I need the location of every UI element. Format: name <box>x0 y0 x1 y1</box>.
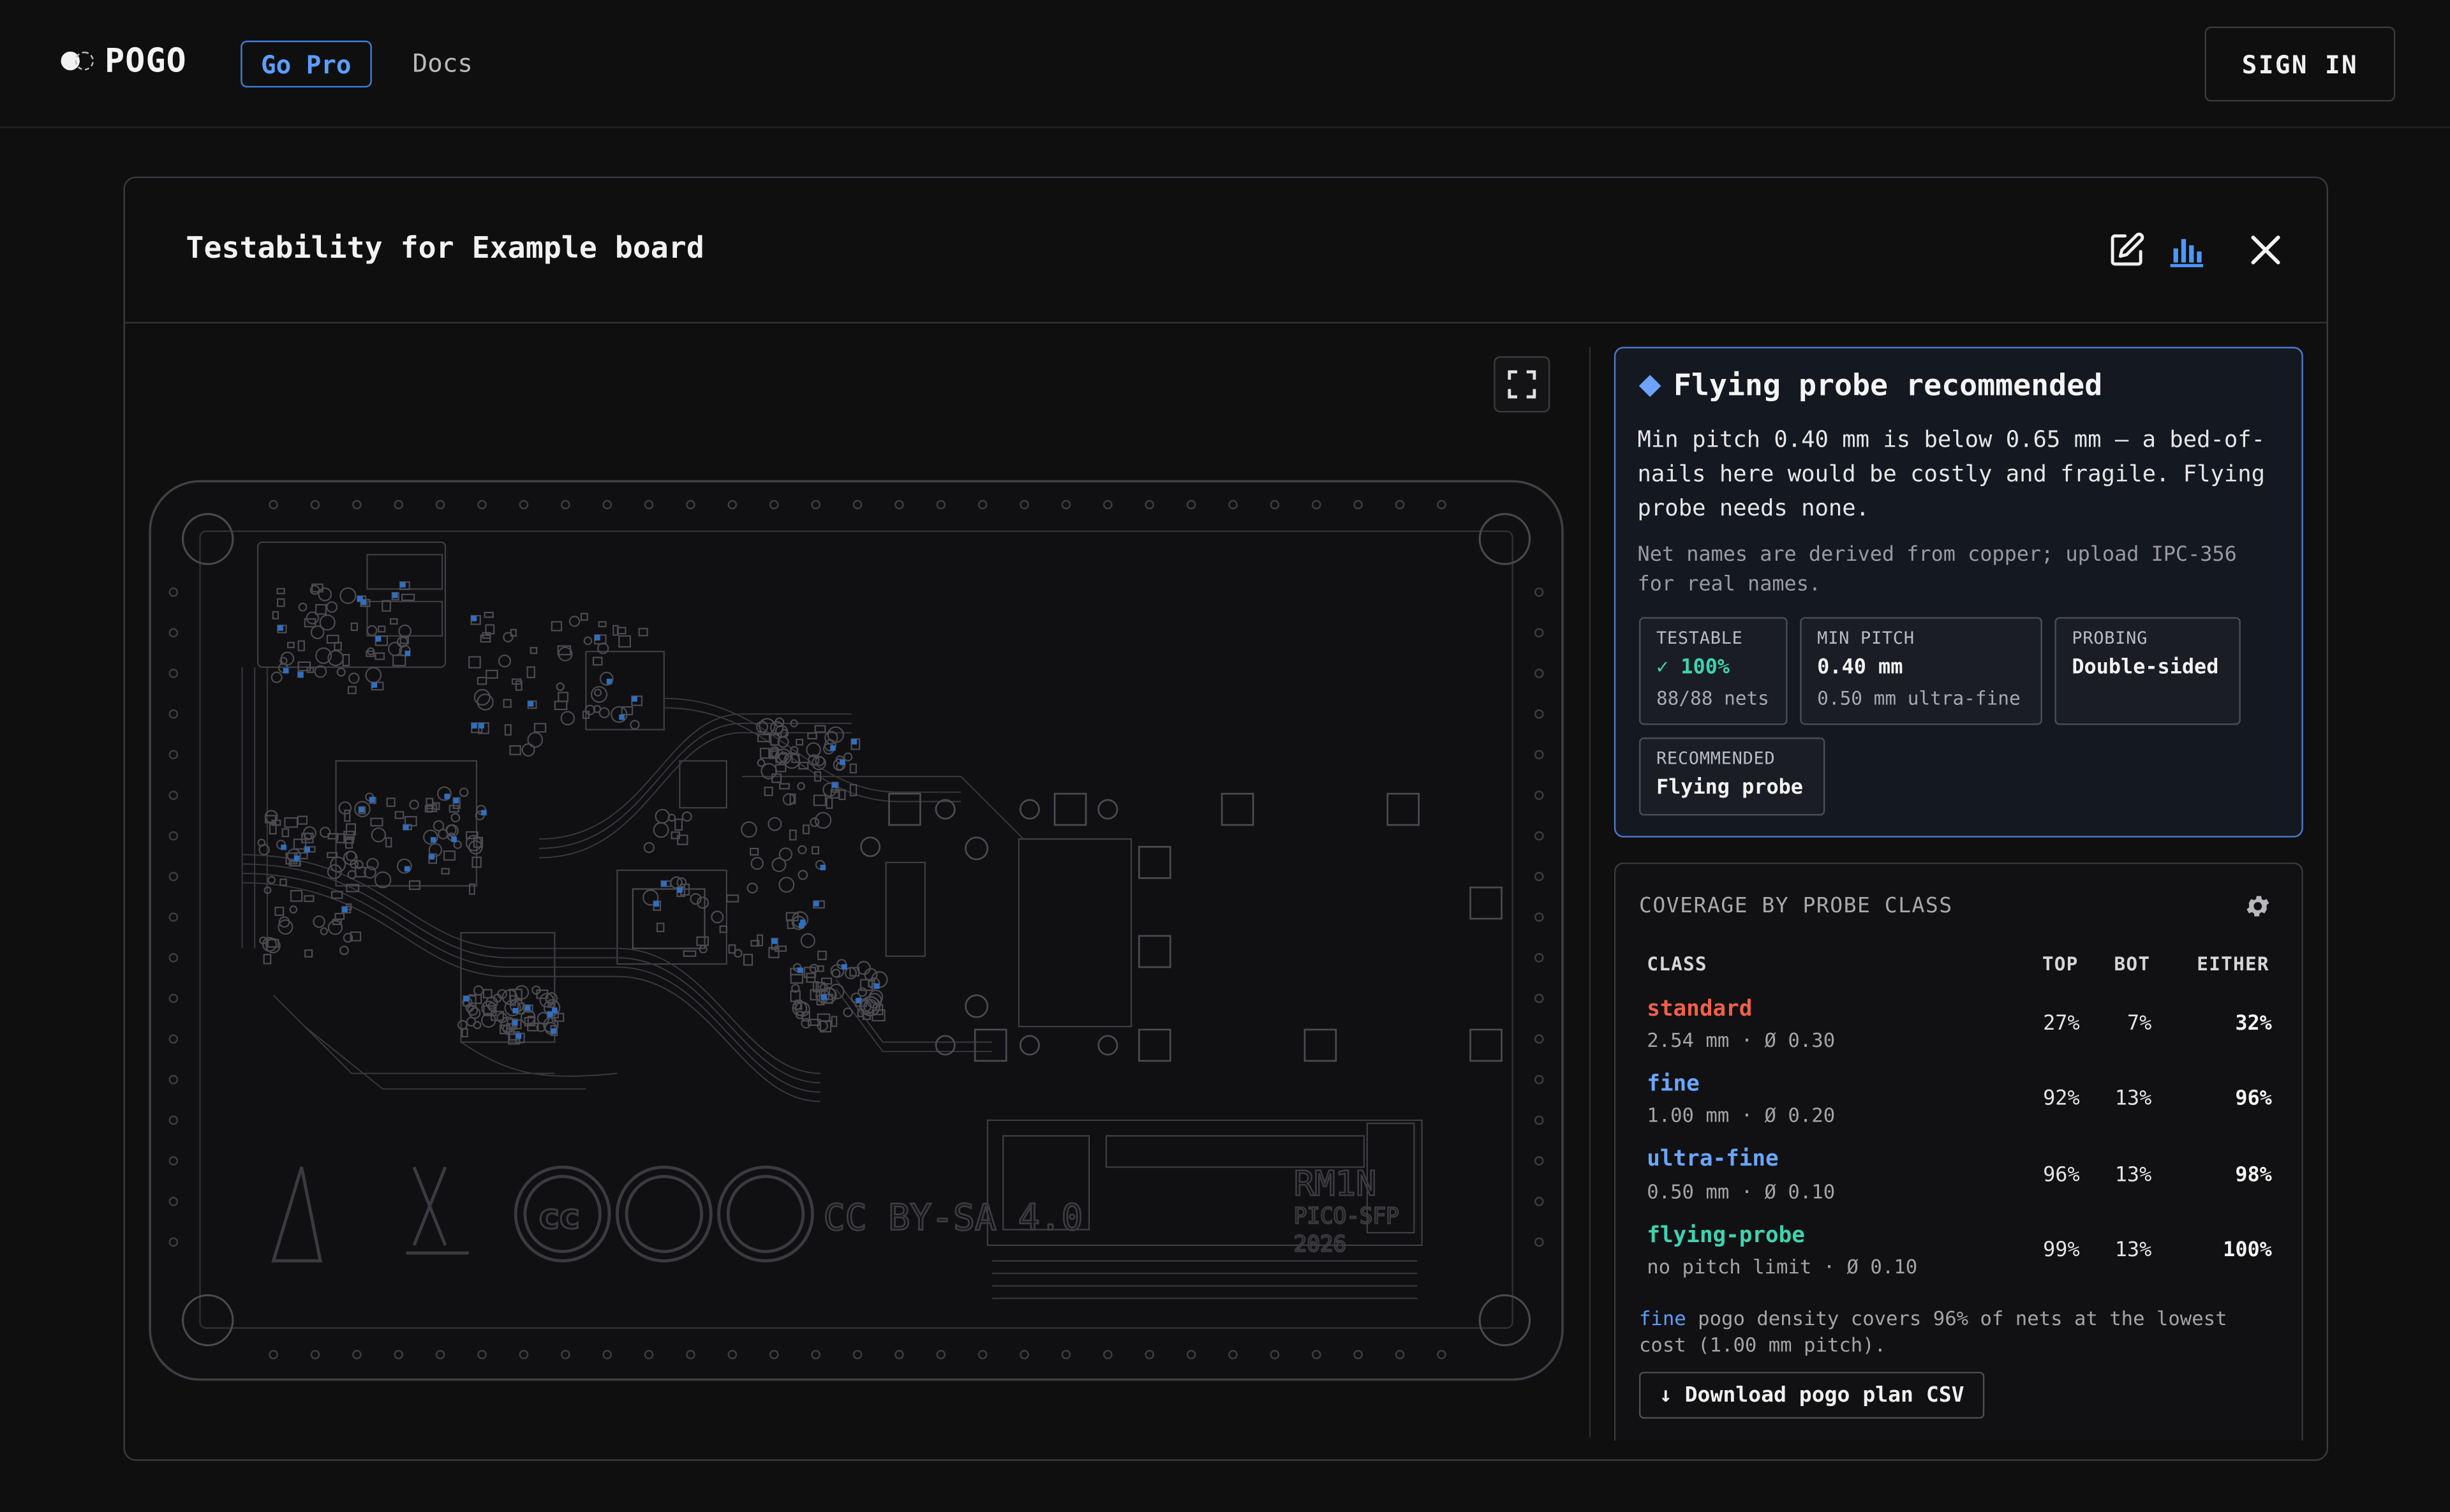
sign-in-button[interactable]: SIGN IN <box>2204 26 2396 102</box>
pcb-board-view[interactable]: cc CC BY-SA 4.0 RM1N PICO-SFP 2026 <box>149 480 1564 1381</box>
stat-label: MIN PITCH <box>1817 628 1915 649</box>
cell-either: 98% <box>2235 1164 2272 1188</box>
cell-bot: 7% <box>2127 1012 2152 1036</box>
logo-text: POGO <box>105 42 187 80</box>
stat-sub: 0.50 mm ultra-fine <box>1817 687 2021 709</box>
col-either: EITHER <box>2197 952 2269 975</box>
recommendation-card: Flying probe recommended Min pitch 0.40 … <box>1614 346 2303 838</box>
stat-value: Flying probe <box>1656 776 1803 800</box>
table-row-spec: 2.54 mm · Ø 0.30 <box>1647 1028 1836 1052</box>
table-row-name: standard <box>1647 997 1753 1022</box>
testability-panel: Testability for Example board cc CC BY-S… <box>123 176 2329 1461</box>
cell-either: 100% <box>2223 1239 2272 1263</box>
svg-text:cc: cc <box>539 1196 580 1236</box>
expand-icon <box>1508 370 1536 399</box>
table-row-spec: no pitch limit · Ø 0.10 <box>1647 1254 1918 1279</box>
table-row-spec: 0.50 mm · Ø 0.10 <box>1647 1179 1836 1203</box>
recommendation-title-text: Flying probe recommended <box>1673 368 2103 403</box>
cell-top: 99% <box>2043 1239 2080 1263</box>
year-silkscreen: 2026 <box>1294 1232 1347 1257</box>
stat-recommended: RECOMMENDED Flying probe <box>1639 737 1825 816</box>
cell-top: 92% <box>2043 1087 2080 1111</box>
recommendation-title: Flying probe recommended <box>1638 368 2103 403</box>
table-row-name: fine <box>1647 1072 1700 1097</box>
stat-min-pitch: MIN PITCH 0.40 mm 0.50 mm ultra-fine <box>1800 617 2042 725</box>
coverage-footnote: fine pogo density covers 96% of nets at … <box>1639 1305 2283 1358</box>
stat-value: 0.40 mm <box>1817 656 1903 680</box>
stat-value: Double-sided <box>2072 656 2219 680</box>
stat-probing: PROBING Double-sided <box>2054 617 2241 725</box>
recommendation-note: Net names are derived from copper; uploa… <box>1637 544 2237 597</box>
recommendation-body: Min pitch 0.40 mm is below 0.65 mm — a b… <box>1637 428 2266 522</box>
cell-bot: 13% <box>2114 1164 2152 1188</box>
col-top: TOP <box>2042 952 2079 975</box>
cell-bot: 13% <box>2114 1087 2152 1111</box>
edit-icon[interactable] <box>2106 230 2147 271</box>
cell-top: 27% <box>2043 1012 2080 1036</box>
table-row-name: ultra-fine <box>1647 1146 1779 1172</box>
docs-link[interactable]: Docs <box>413 48 473 78</box>
stat-label: RECOMMENDED <box>1656 748 1776 769</box>
col-bot: BOT <box>2114 952 2151 975</box>
stat-label: TESTABLE <box>1656 628 1743 649</box>
bar-chart-icon[interactable] <box>2165 230 2206 271</box>
logo[interactable]: POGO <box>61 42 187 80</box>
footnote-highlight: fine <box>1639 1306 1686 1330</box>
panel-title: Testability for Example board <box>186 231 704 266</box>
license-silkscreen: CC BY-SA 4.0 <box>824 1197 1083 1238</box>
stat-sub: 88/88 nets <box>1656 687 1769 709</box>
stat-testable: TESTABLE ✓ 100% 88/88 nets <box>1639 617 1788 725</box>
cell-either: 32% <box>2235 1012 2272 1036</box>
stat-value: ✓ 100% <box>1656 656 1730 680</box>
cell-either: 96% <box>2235 1087 2272 1111</box>
stat-label: PROBING <box>2072 628 2148 649</box>
part2-silkscreen: PICO-SFP <box>1294 1204 1399 1229</box>
logo-icon <box>61 50 96 71</box>
footnote-text: pogo density covers 96% of nets at the l… <box>1639 1306 2227 1356</box>
close-icon[interactable] <box>2245 230 2286 271</box>
table-row-spec: 1.00 mm · Ø 0.20 <box>1647 1102 1836 1127</box>
top-bar: POGO Go Pro Docs SIGN IN <box>0 0 2450 128</box>
app-root: POGO Go Pro Docs SIGN IN Testability for… <box>0 0 2450 1512</box>
panel-header: Testability for Example board <box>124 178 2327 323</box>
coverage-card: COVERAGE BY PROBE CLASS CLASS TOP BOT EI… <box>1614 862 2303 1441</box>
go-pro-button[interactable]: Go Pro <box>241 40 372 88</box>
part-silkscreen: RM1N <box>1294 1163 1377 1203</box>
gear-icon[interactable] <box>2244 892 2272 920</box>
expand-button[interactable] <box>1494 356 1550 413</box>
cell-top: 96% <box>2043 1164 2080 1188</box>
coverage-title: COVERAGE BY PROBE CLASS <box>1639 893 1953 919</box>
download-csv-button[interactable]: ↓ Download pogo plan CSV <box>1639 1372 1985 1419</box>
col-class: CLASS <box>1647 952 1707 975</box>
table-row-name: flying-probe <box>1647 1223 1805 1249</box>
panel-divider <box>1589 346 1591 1438</box>
cell-bot: 13% <box>2114 1239 2152 1263</box>
diamond-icon <box>1638 374 1661 397</box>
